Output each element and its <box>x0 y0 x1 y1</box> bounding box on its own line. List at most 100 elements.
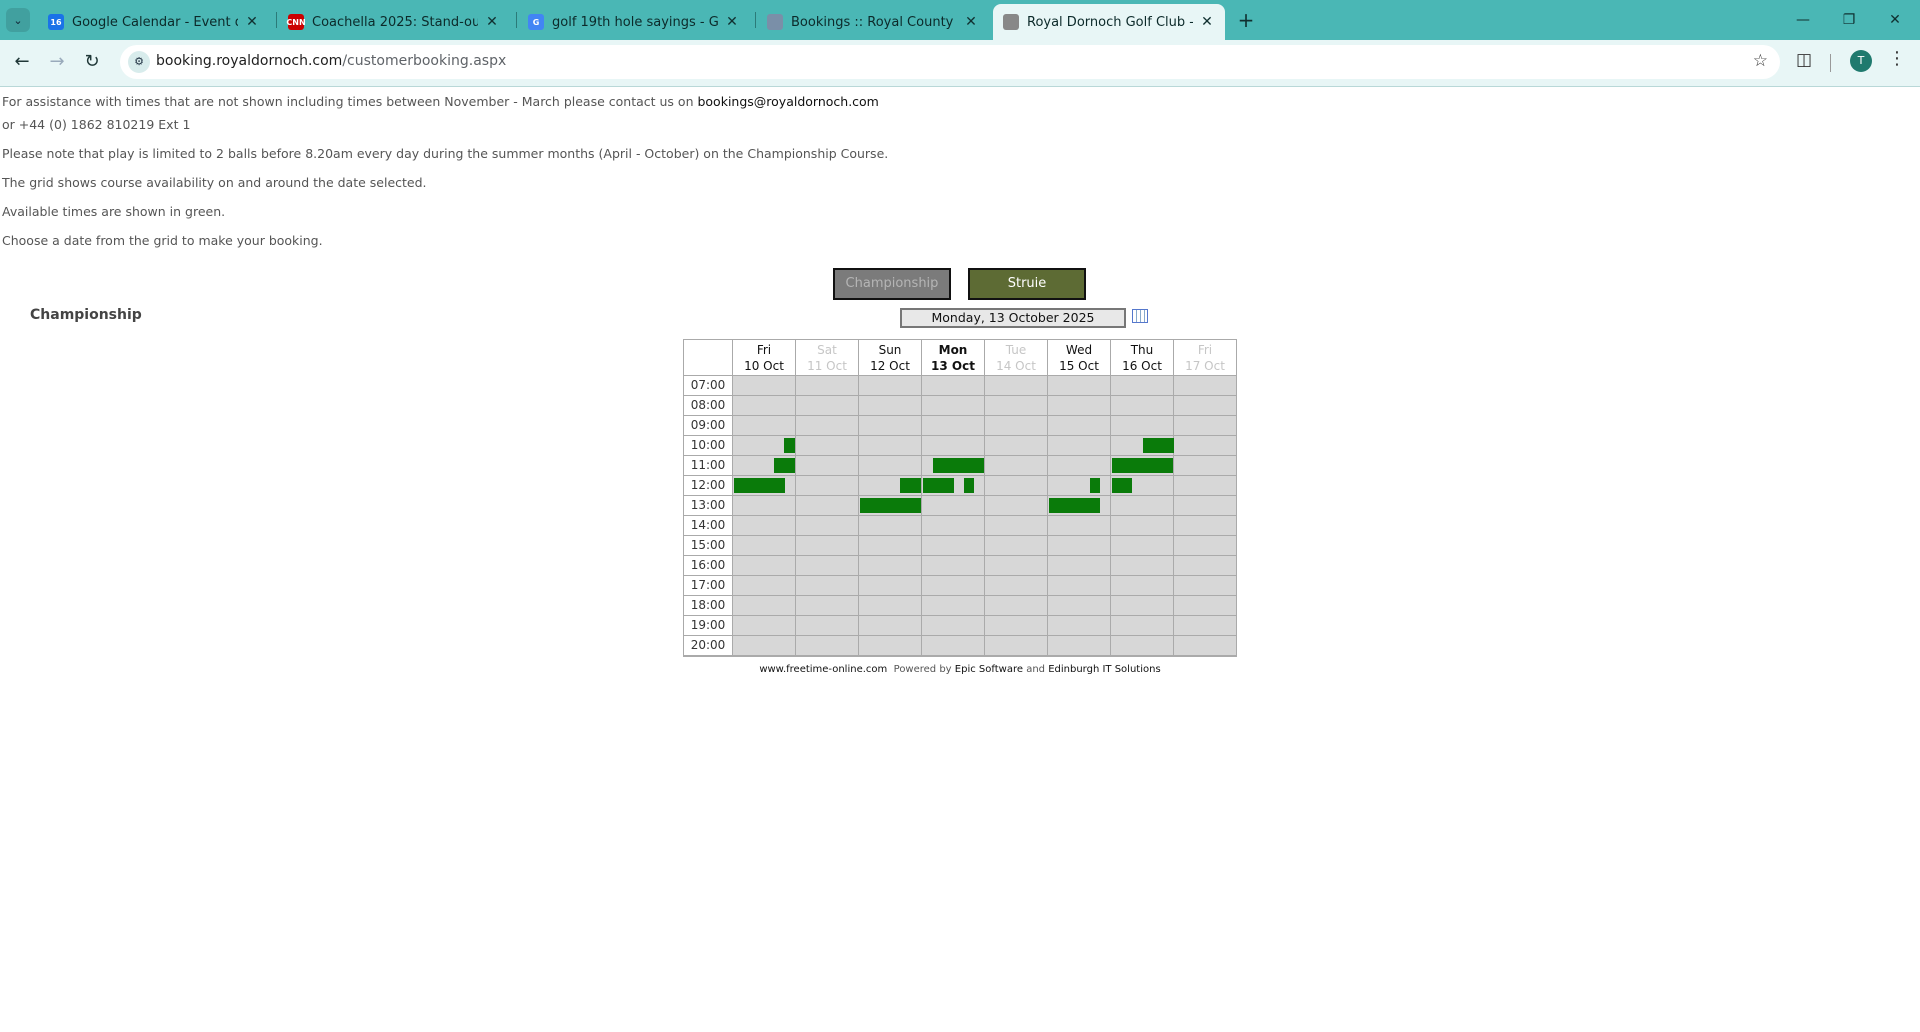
available-slot[interactable] <box>933 458 984 473</box>
url-path: /customerbooking.aspx <box>342 53 507 69</box>
day-header[interactable]: Mon 13 Oct <box>922 340 985 376</box>
bookings-email-link[interactable]: bookings@royaldornoch.com <box>697 94 878 109</box>
available-slot[interactable] <box>1090 478 1100 493</box>
grid-cell <box>922 556 985 576</box>
available-slot[interactable] <box>1049 498 1100 513</box>
grid-cell[interactable] <box>859 476 922 496</box>
available-slot[interactable] <box>964 478 974 493</box>
day-header[interactable]: Wed 15 Oct <box>1048 340 1111 376</box>
available-slot[interactable] <box>774 458 795 473</box>
grid-cell <box>733 536 796 556</box>
minimize-icon[interactable]: — <box>1780 0 1826 40</box>
browser-tab[interactable]: Bookings :: Royal County Down ✕ <box>757 4 989 40</box>
struie-course-button[interactable]: Struie <box>968 268 1086 300</box>
grid-cell <box>1048 576 1111 596</box>
grid-cell <box>1174 536 1237 556</box>
new-tab-button[interactable]: + <box>1234 8 1258 32</box>
reload-icon[interactable]: ↻ <box>78 48 106 76</box>
grid-cell <box>985 536 1048 556</box>
back-arrow-icon[interactable]: ← <box>8 48 36 76</box>
day-header[interactable]: Sun 12 Oct <box>859 340 922 376</box>
choose-date-notice: Choose a date from the grid to make your… <box>2 233 323 248</box>
close-window-icon[interactable]: ✕ <box>1872 0 1918 40</box>
browser-tab[interactable]: Ggolf 19th hole sayings - Google ✕ <box>518 4 750 40</box>
freetime-link[interactable]: www.freetime-online.com <box>759 664 887 675</box>
crest-icon <box>767 14 783 30</box>
browser-tab[interactable]: Royal Dornoch Golf Club - Cust ✕ <box>993 4 1225 40</box>
grid-cell <box>922 596 985 616</box>
grid-cell <box>733 616 796 636</box>
availability-grid: Fri 10 Oct Sat 11 Oct Sun 12 Oct Mon 13 Oct Tue 1… <box>683 339 1237 657</box>
available-slot[interactable] <box>923 478 954 493</box>
available-slot[interactable] <box>1112 478 1132 493</box>
green-info-notice: Available times are shown in green. <box>2 204 226 219</box>
grid-cell[interactable] <box>1048 476 1111 496</box>
day-header[interactable]: Thu 16 Oct <box>1111 340 1174 376</box>
grid-cell <box>733 556 796 576</box>
day-name: Wed <box>1065 343 1093 357</box>
grid-cell <box>985 436 1048 456</box>
grid-cell <box>1111 376 1174 396</box>
day-name: Tue <box>1005 343 1027 357</box>
time-label: 14:00 <box>684 516 733 536</box>
grid-cell[interactable] <box>733 476 796 496</box>
grid-cell <box>733 516 796 536</box>
grid-cell[interactable] <box>859 496 922 516</box>
edinburgh-it-link[interactable]: Edinburgh IT Solutions <box>1048 664 1160 675</box>
available-slot[interactable] <box>860 498 921 513</box>
time-label: 16:00 <box>684 556 733 576</box>
restore-icon[interactable]: ❐ <box>1826 0 1872 40</box>
grid-cell <box>1111 556 1174 576</box>
close-tab-icon[interactable]: ✕ <box>724 14 740 30</box>
site-info-icon[interactable]: ⚙ <box>128 51 150 73</box>
address-bar[interactable]: ⚙ booking.royaldornoch.com/customerbooki… <box>120 45 1780 79</box>
day-header[interactable]: Fri 10 Oct <box>733 340 796 376</box>
grid-cell <box>1048 616 1111 636</box>
tab-search-chevron-icon[interactable]: ⌄ <box>6 8 30 32</box>
close-tab-icon[interactable]: ✕ <box>1199 14 1215 30</box>
grid-cell <box>922 536 985 556</box>
championship-course-button[interactable]: Championship <box>833 268 951 300</box>
grid-cell[interactable] <box>1111 456 1174 476</box>
forward-arrow-icon[interactable]: → <box>43 48 71 76</box>
time-label: 07:00 <box>684 376 733 396</box>
available-slot[interactable] <box>784 438 795 453</box>
close-tab-icon[interactable]: ✕ <box>963 14 979 30</box>
grid-cell <box>733 376 796 396</box>
extensions-puzzle-icon[interactable]: ◫ <box>1796 50 1812 70</box>
close-tab-icon[interactable]: ✕ <box>244 14 260 30</box>
close-tab-icon[interactable]: ✕ <box>484 14 500 30</box>
calendar-picker-icon[interactable] <box>1132 309 1148 323</box>
grid-cell[interactable] <box>733 436 796 456</box>
grid-cell[interactable] <box>1111 476 1174 496</box>
profile-avatar[interactable]: T <box>1850 50 1872 72</box>
available-slot[interactable] <box>1112 458 1173 473</box>
available-slot[interactable] <box>1143 438 1174 453</box>
grid-cell <box>1111 396 1174 416</box>
grid-cell <box>796 456 859 476</box>
grid-cell[interactable] <box>922 476 985 496</box>
url-text[interactable]: booking.royaldornoch.com/customerbooking… <box>156 53 506 69</box>
grid-cell <box>1111 416 1174 436</box>
grid-cell[interactable] <box>1111 436 1174 456</box>
grid-cell[interactable] <box>1048 496 1111 516</box>
grid-cell <box>859 416 922 436</box>
available-slot[interactable] <box>900 478 921 493</box>
browser-tab[interactable]: CNN Coachella 2025: Stand-out celeb ✕ <box>278 4 510 40</box>
available-slot[interactable] <box>734 478 785 493</box>
grid-cell <box>922 416 985 436</box>
tab-separator <box>516 12 517 28</box>
day-header: Sat 11 Oct <box>796 340 859 376</box>
selected-date-field[interactable]: Monday, 13 October 2025 <box>900 308 1126 328</box>
epic-software-link[interactable]: Epic Software <box>955 664 1023 675</box>
grid-cell[interactable] <box>922 456 985 476</box>
grid-cell <box>922 516 985 536</box>
tab-title: golf 19th hole sayings - Google <box>552 14 718 30</box>
kebab-menu-icon[interactable]: ⋮ <box>1888 48 1906 69</box>
grid-cell <box>796 516 859 536</box>
grid-cell[interactable] <box>733 456 796 476</box>
bookmark-star-icon[interactable]: ☆ <box>1753 51 1768 71</box>
grid-corner <box>684 340 733 376</box>
grid-cell <box>985 576 1048 596</box>
browser-tab[interactable]: 16 Google Calendar - Event details ✕ <box>38 4 270 40</box>
